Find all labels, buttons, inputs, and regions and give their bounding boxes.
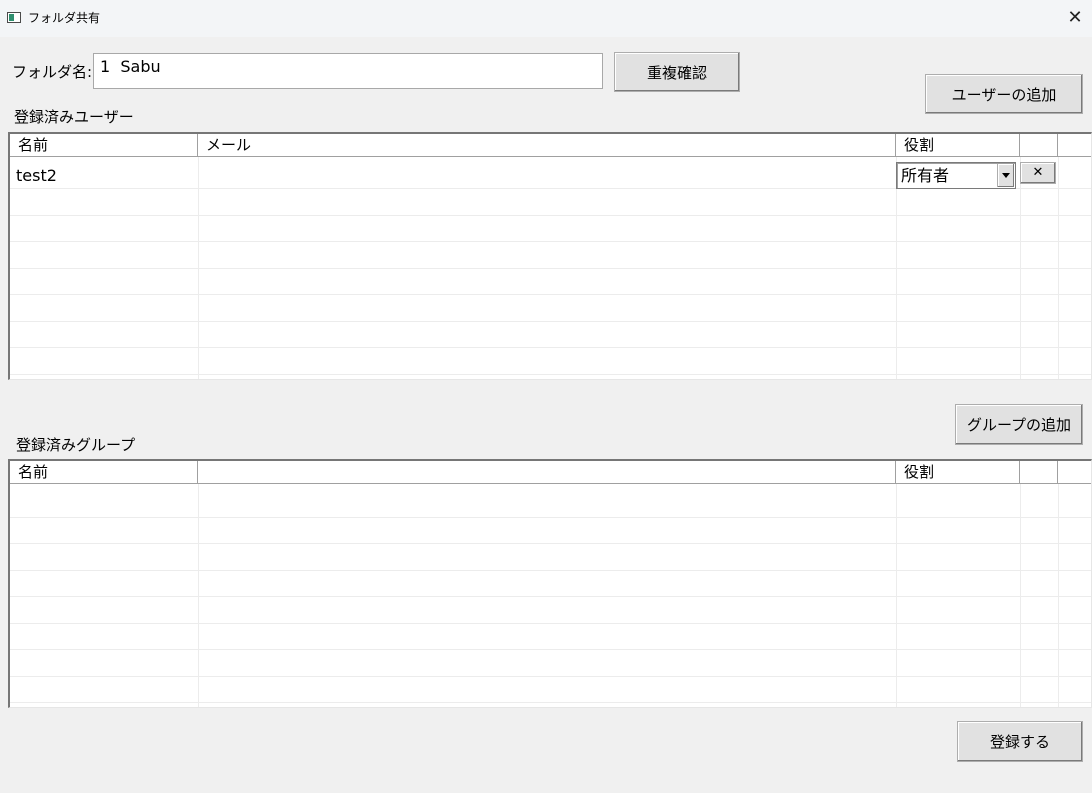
folder-name-label: フォルダ名: [12, 63, 93, 81]
user-name-cell: test2 [16, 166, 57, 185]
duplicate-check-button[interactable]: 重複確認 [614, 52, 740, 92]
column-header-delete [1020, 134, 1058, 156]
window-title: フォルダ共有 [28, 11, 101, 25]
folder-name-input[interactable] [93, 53, 603, 89]
close-icon[interactable]: ✕ [1064, 7, 1086, 29]
add-group-button[interactable]: グループの追加 [955, 404, 1083, 445]
registered-users-label: 登録済みユーザー [14, 108, 134, 126]
chevron-down-icon[interactable] [997, 164, 1014, 187]
column-header-name[interactable]: 名前 [10, 461, 198, 483]
column-header-blank[interactable] [198, 461, 896, 483]
column-header-delete [1020, 461, 1058, 483]
add-user-button[interactable]: ユーザーの追加 [925, 74, 1083, 114]
users-grid[interactable]: 名前 メール 役割 test2 所有者 ✕ [8, 132, 1092, 380]
delete-user-button[interactable]: ✕ [1020, 162, 1056, 184]
role-select[interactable]: 所有者 [896, 162, 1016, 189]
register-button[interactable]: 登録する [957, 721, 1083, 762]
title-bar: フォルダ共有 ✕ [0, 0, 1092, 37]
window-app-icon [7, 12, 21, 23]
column-header-role[interactable]: 役割 [896, 134, 1020, 156]
groups-grid[interactable]: 名前 役割 [8, 459, 1092, 708]
groups-grid-header: 名前 役割 [10, 461, 1091, 484]
column-header-role[interactable]: 役割 [896, 461, 1020, 483]
users-grid-header: 名前 メール 役割 [10, 134, 1091, 157]
column-header-email[interactable]: メール [198, 134, 896, 156]
registered-groups-label: 登録済みグループ [16, 436, 136, 454]
role-select-value: 所有者 [901, 166, 950, 185]
column-header-name[interactable]: 名前 [10, 134, 198, 156]
